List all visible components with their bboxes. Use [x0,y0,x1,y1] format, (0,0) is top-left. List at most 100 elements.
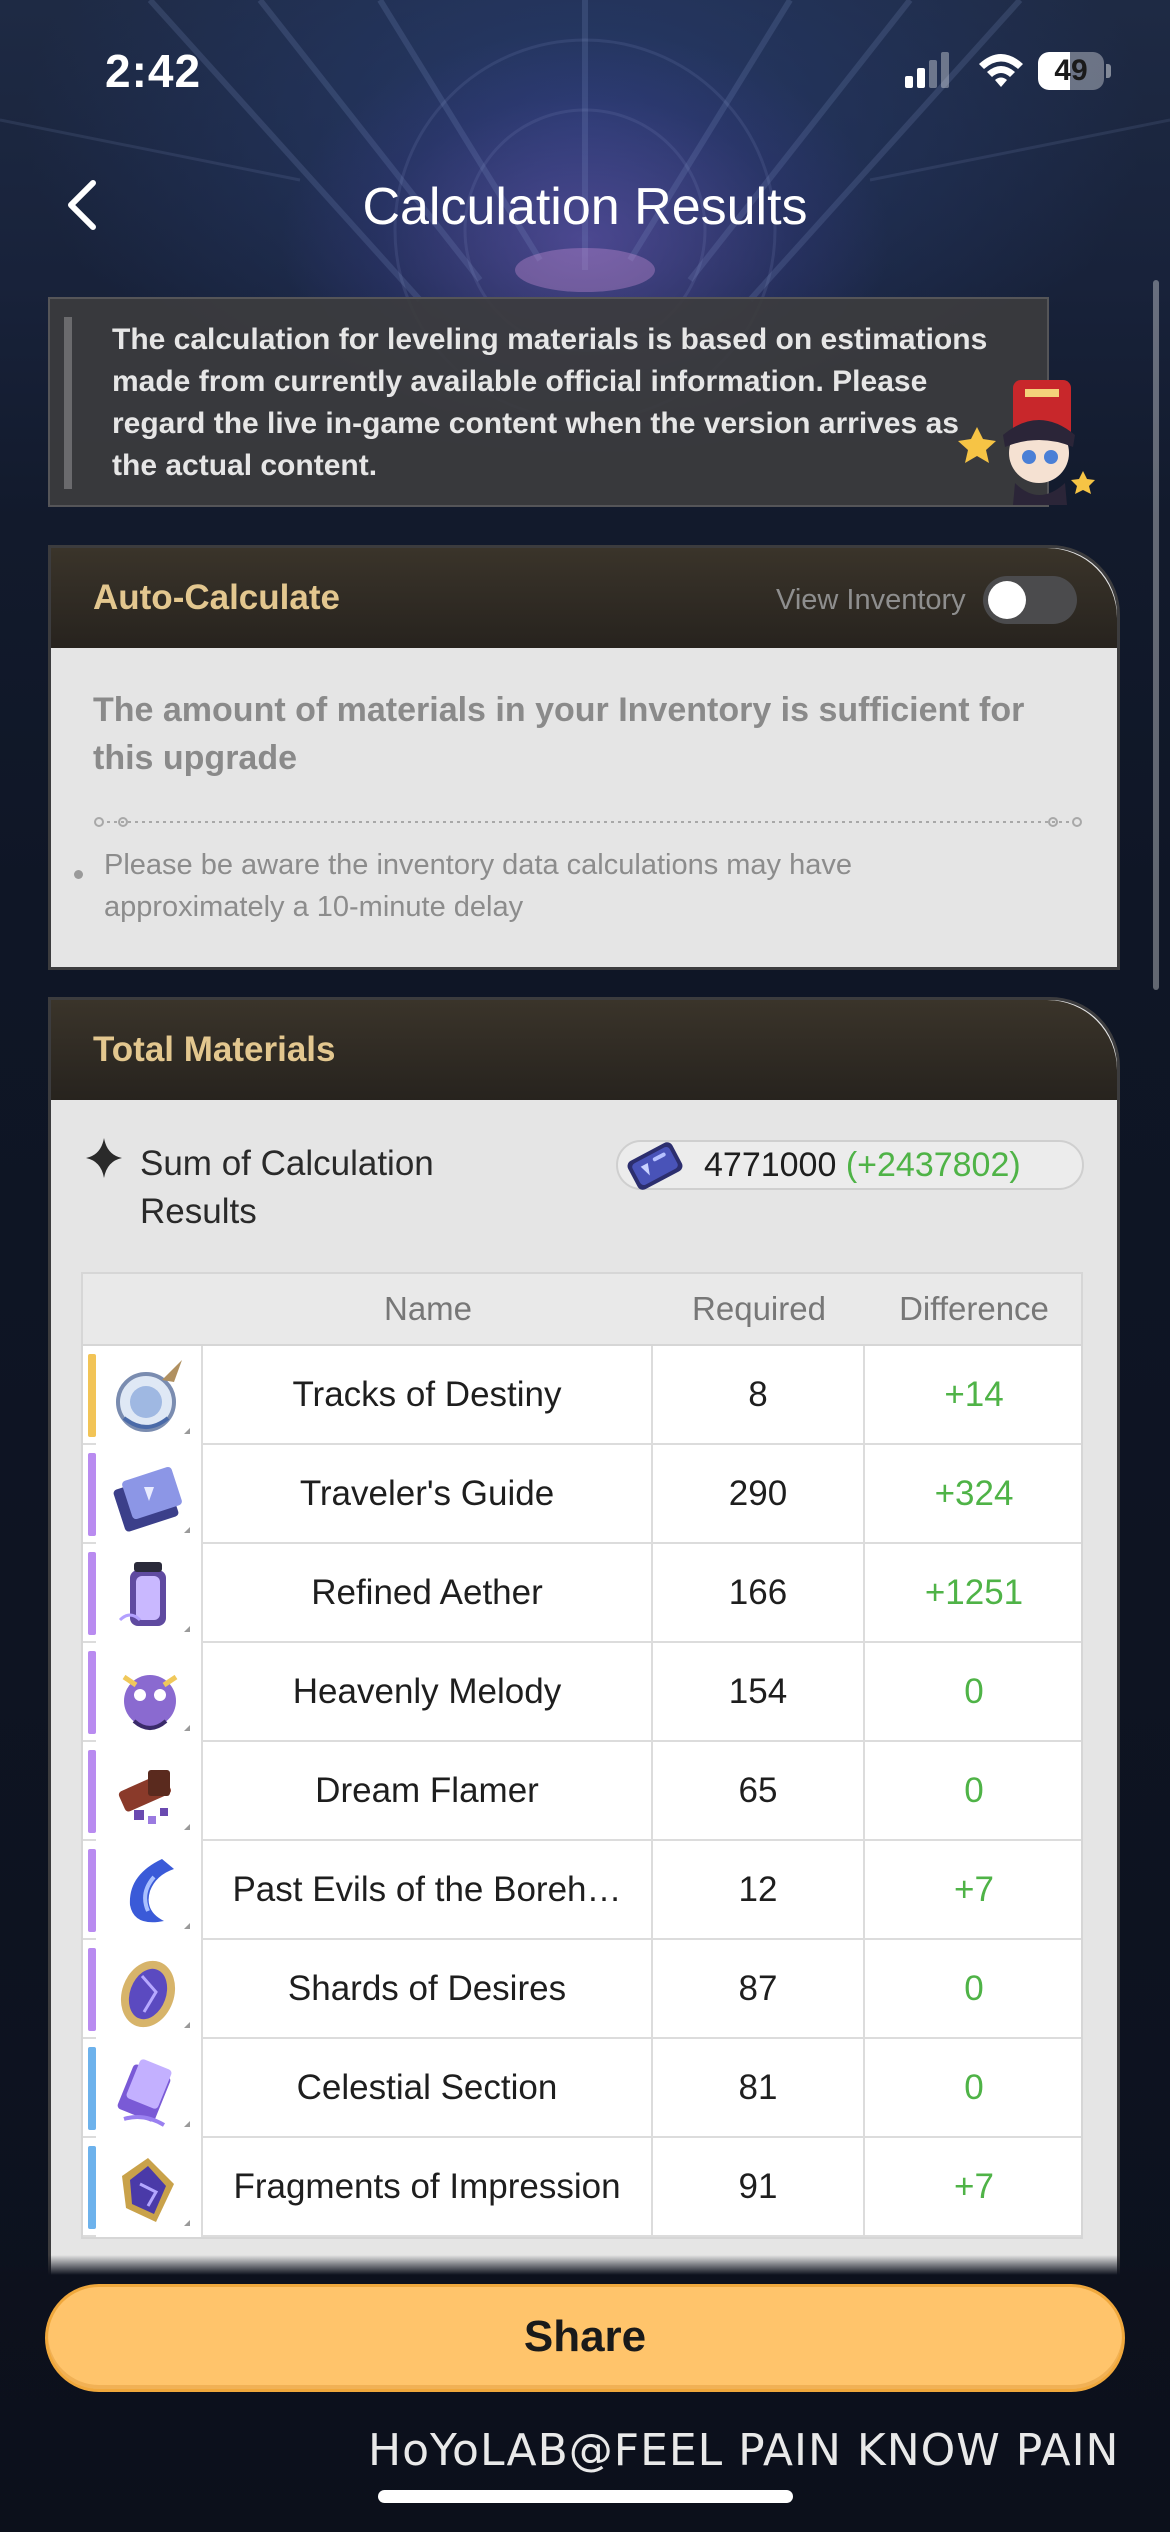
paimon-mascot-icon [958,380,1095,505]
material-required: 65 [653,1742,865,1841]
material-row: Traveler's Guide 290 +324 [83,1445,1081,1544]
notice-accent-bar [64,317,72,489]
material-row: Celestial Section 81 0 [83,2039,1081,2138]
sum-value-text: 4771000 (+2437802) [704,1142,1021,1188]
material-icon-cell [96,1445,203,1544]
app-screen: 2:42 49 Calculation Results The calculat… [0,0,1170,2532]
refined-aether-icon [118,1562,190,1632]
status-bar: 2:42 49 [0,0,1170,150]
toggle-knob [988,581,1026,619]
rarity-bar [88,1750,96,1833]
material-icon-cell [96,1841,203,1940]
credit-icon [627,1142,683,1190]
wifi-icon [979,54,1023,87]
travelers-guide-icon [113,1466,190,1533]
inventory-sufficient-message: The amount of materials in your Inventor… [93,691,1025,777]
materials-table-header: Name Required Difference [83,1274,1081,1346]
material-name: Fragments of Impression [203,2138,653,2237]
total-materials-header: Total Materials [51,1000,1117,1100]
share-button[interactable]: Share [45,2284,1125,2392]
heavenly-melody-icon [122,1674,190,1731]
material-difference: 0 [964,1672,984,1711]
material-required: 8 [653,1346,865,1445]
material-icon-cell [96,1346,203,1445]
materials-table: Name Required Difference Tracks of Desti… [81,1272,1083,2239]
sum-credits-pill: 4771000 (+2437802) [616,1140,1084,1190]
column-header-required: Required [692,1290,826,1327]
tracks-of-destiny-icon [116,1360,190,1434]
material-icon-cell [96,1643,203,1742]
sum-of-results-label: Sum of Calculation Results [140,1144,434,1231]
rarity-bar [88,1948,96,2031]
material-name: Heavenly Melody [203,1643,653,1742]
material-icon-cell [96,1940,203,2039]
material-required: 12 [653,1841,865,1940]
material-row: Past Evils of the Boreh… 12 +7 [83,1841,1081,1940]
material-required: 81 [653,2039,865,2138]
materials-table-body: Tracks of Destiny 8 +14 Traveler's Guide 290… [83,1346,1081,2237]
material-icon-cell [96,2138,203,2237]
material-name: Shards of Desires [203,1940,653,2039]
status-time: 2:42 [105,45,202,97]
material-difference: +14 [944,1375,1004,1414]
material-name: Past Evils of the Boreh… [203,1841,653,1940]
rarity-bar [88,2146,96,2229]
column-header-name: Name [383,1290,473,1327]
material-name: Dream Flamer [203,1742,653,1841]
total-materials-title: Total Materials [93,1030,336,1069]
rarity-bar [88,1453,96,1536]
rarity-bar [88,1651,96,1734]
inventory-delay-note: Please be aware the inventory data calcu… [104,849,852,923]
sum-difference: (+2437802) [845,1146,1021,1184]
material-row: Dream Flamer 65 0 [83,1742,1081,1841]
rarity-bar [88,1354,96,1437]
battery-indicator: 49 [1038,52,1111,90]
auto-calculate-header: Auto-Calculate View Inventory [51,548,1117,648]
material-difference: 0 [964,1969,984,2008]
material-difference: +324 [934,1474,1014,1513]
home-indicator[interactable] [378,2490,793,2503]
material-icon-cell [96,1742,203,1841]
notice-text: The calculation for leveling materials i… [112,323,988,482]
view-inventory-label: View Inventory [776,584,966,616]
material-row: Fragments of Impression 91 +7 [83,2138,1081,2237]
note-bullet [74,870,83,879]
material-difference: +7 [954,2167,994,2206]
material-required: 154 [653,1643,865,1742]
material-row: Heavenly Melody 154 0 [83,1643,1081,1742]
celestial-section-icon [117,2059,190,2127]
material-difference: 0 [964,1771,984,1810]
material-row: Shards of Desires 87 0 [83,1940,1081,2039]
shards-of-desires-icon [120,1960,190,2028]
auto-calculate-title: Auto-Calculate [93,578,340,617]
material-difference: 0 [964,2068,984,2107]
cellular-signal-icon [905,52,949,88]
rarity-bar [88,2047,96,2130]
page-title: Calculation Results [362,178,808,236]
material-icon-cell [96,2039,203,2138]
sparkle-icon [86,1138,122,1178]
fragments-of-impression-icon [122,2158,190,2226]
material-required: 166 [653,1544,865,1643]
material-difference: +7 [954,1870,994,1909]
hoyolab-watermark: HoYoLAB@FEEL PAIN KNOW PAIN [368,2425,1120,2476]
material-name: Traveler's Guide [203,1445,653,1544]
rarity-bar [88,1849,96,1932]
sum-value: 4771000 [704,1146,837,1184]
auto-calculate-body: The amount of materials in your Inventor… [56,648,1112,967]
past-evils-icon [129,1859,190,1929]
material-row: Refined Aether 166 +1251 [83,1544,1081,1643]
material-name: Celestial Section [203,2039,653,2138]
page-scrollbar[interactable] [1153,280,1159,990]
material-difference: +1251 [924,1573,1024,1612]
battery-level-text: 49 [1054,54,1088,87]
material-name: Refined Aether [203,1544,653,1643]
material-required: 91 [653,2138,865,2237]
dotted-divider [94,817,1082,827]
material-row: Tracks of Destiny 8 +14 [83,1346,1081,1445]
material-required: 87 [653,1940,865,2039]
rarity-bar [88,1552,96,1635]
view-inventory-toggle[interactable] [983,576,1077,624]
material-name: Tracks of Destiny [203,1346,653,1445]
material-icon-cell [96,1544,203,1643]
